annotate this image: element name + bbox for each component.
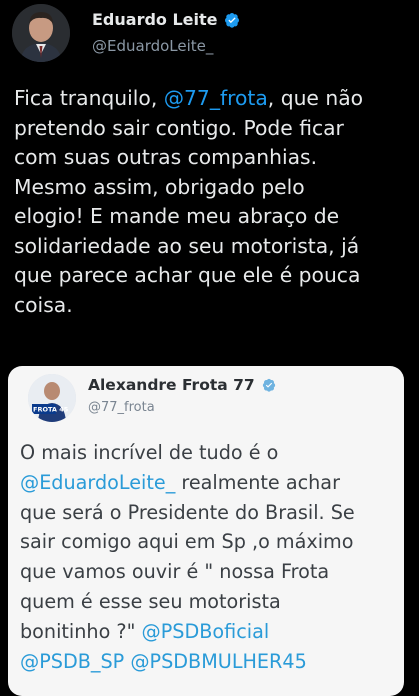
quoted-author-handle[interactable]: @77_frota: [88, 400, 155, 415]
verified-badge-icon: [224, 12, 239, 28]
quoted-author-avatar[interactable]: FROTA 45: [28, 374, 76, 422]
quoted-tweet-text: O mais incrível de tudo é o @EduardoLeit…: [20, 438, 404, 676]
quoted-author-name[interactable]: Alexandre Frota 77: [88, 376, 255, 394]
mention-link[interactable]: @PSDB_SP: [20, 650, 124, 673]
mention-link[interactable]: @PSDBMULHER45: [130, 650, 306, 673]
mention-link[interactable]: @PSDBoficial: [142, 620, 270, 643]
quoted-tweet[interactable]: FROTA 45 Alexandre Frota 77 @77_frota O …: [8, 366, 404, 696]
quoted-text-part: realmente achar que será o Presidente do…: [20, 470, 355, 643]
quoted-text-part: O mais incrível de tudo é o: [20, 441, 279, 464]
tweet-text-part: , que não pretendo sair contigo. Pode fi…: [14, 86, 364, 317]
tweet-text: Fica tranquilo, @77_frota, que não prete…: [14, 84, 414, 320]
author-avatar[interactable]: [12, 4, 70, 62]
author-handle[interactable]: @EduardoLeite_: [92, 37, 213, 55]
tweet-header: Eduardo Leite @EduardoLeite_: [0, 0, 419, 70]
tweet-text-part: Fica tranquilo,: [14, 86, 164, 110]
author-name[interactable]: Eduardo Leite: [92, 10, 218, 29]
verified-badge-icon: [262, 378, 275, 392]
mention-link[interactable]: @77_frota: [164, 86, 268, 110]
mention-link[interactable]: @EduardoLeite_: [20, 471, 175, 494]
avatar-badge-text: FROTA 45: [33, 406, 69, 414]
